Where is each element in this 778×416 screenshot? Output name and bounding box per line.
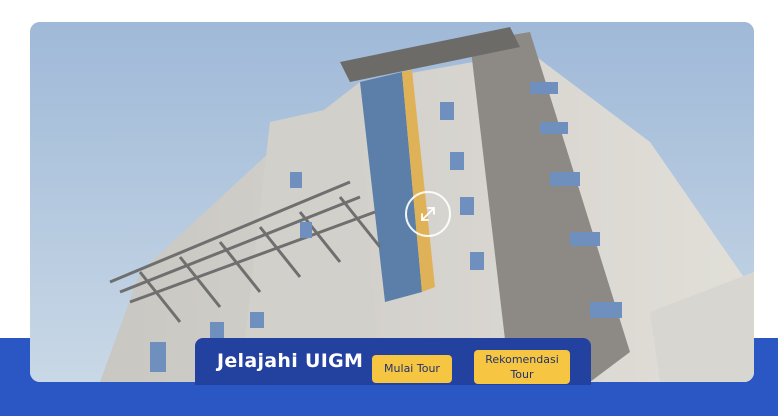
fullscreen-button[interactable] — [405, 191, 451, 237]
start-tour-button[interactable]: Mulai Tour — [372, 355, 452, 383]
recommend-tour-button[interactable]: Rekomendasi Tour — [474, 350, 570, 384]
expand-arrows-icon — [421, 207, 435, 221]
cta-title: Jelajahi UIGM — [217, 350, 364, 372]
tour-cta-bar: Jelajahi UIGM Mulai Tour Rekomendasi Tou… — [195, 338, 591, 385]
building-photo — [30, 22, 754, 382]
hero-image — [30, 22, 754, 382]
